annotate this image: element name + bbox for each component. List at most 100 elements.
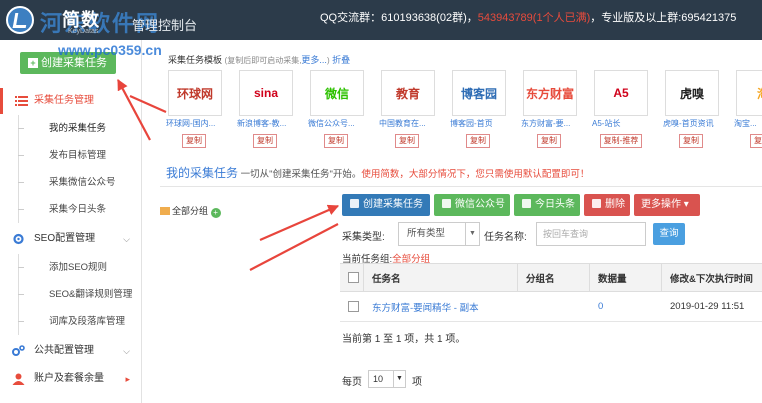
template-name[interactable]: 虎嗅-首页资讯 [663,118,729,129]
template-name[interactable]: 东方财富-要... [521,118,587,129]
toolbar-toutiao-button[interactable]: 今日头条 [514,194,580,216]
col-task-name[interactable]: 任务名 [364,264,518,291]
task-name-input[interactable]: 按回车查询 [536,222,646,246]
template-copy-button[interactable]: 复制 [324,134,348,148]
template-name[interactable]: A5-站长 [592,118,658,129]
nav-group-seo[interactable]: SEO配置管理 ⌵ [0,226,142,252]
col-group-name[interactable]: 分组名 [518,264,590,291]
add-group-icon[interactable]: + [210,208,221,218]
sidebar-item-toutiao[interactable]: 采集今日头条 [18,196,160,223]
query-button[interactable]: 查询 [653,223,685,245]
template-name[interactable]: 博客园-首页 [450,118,516,129]
template-logo[interactable]: 环球网 [168,70,222,116]
template-copy-button[interactable]: 复制 [750,134,762,148]
sidebar-item-seo-rules[interactable]: SEO&翻译规则管理 [18,281,160,308]
toolbar-more-label: 更多操作 ▾ [641,199,689,210]
template-logo[interactable]: 博客园 [452,70,506,116]
plus-icon [522,199,531,208]
create-task-label: 创建采集任务 [41,57,107,69]
template-copy-button[interactable]: 复制-推荐 [600,134,642,148]
qq-group-info: QQ交流群：610193638(02群)，543943789(1个人已满)，专业… [320,9,736,25]
template-copy-button[interactable]: 复制 [395,134,419,148]
template-card[interactable]: 微信 微信公众号... 复制 [308,68,364,154]
template-copy-button[interactable]: 复制 [679,134,703,148]
row-checkbox[interactable] [348,301,359,312]
template-card[interactable]: 环球网 环球网-国内... 复制 [166,68,222,154]
template-card[interactable]: sina 新浪博客-教... 复制 [237,68,293,154]
per-page-unit: 项 [412,377,422,388]
nav-group-task-management[interactable]: 采集任务管理 [0,88,142,114]
select-all-cell [340,264,364,291]
nav-group-label: 账户及套餐余量 [34,373,104,384]
template-logo[interactable]: 东方财富 [523,70,577,116]
template-name[interactable]: 淘宝... [734,118,762,129]
console-title: 管理控制台 [132,18,198,33]
toolbar-more-button[interactable]: 更多操作 ▾ [634,194,700,216]
toolbar-delete-label: 删除 [605,199,625,210]
select-all-checkbox[interactable] [348,272,359,283]
template-card[interactable]: A5 A5-站长 复制-推荐 [592,68,648,154]
template-copy-button[interactable]: 复制 [182,134,206,148]
per-page-select[interactable]: 10 ▼ [368,370,406,388]
sidebar-item-add-seo[interactable]: 添加SEO规则 [18,254,160,281]
template-copy-button[interactable]: 复制 [466,134,490,148]
section-note: 使用简数，大部分情况下，您只需使用默认配置即可！ [361,169,590,180]
template-strip: 环球网 环球网-国内... 复制 sina 新浪博客-教... 复制 微信 微信公众号... 复… [166,68,762,154]
qq-group-pro: ，专业版及以上群:695421375 [590,12,737,24]
group-tree-all[interactable]: 全部分组 + [160,204,221,218]
template-name[interactable]: 新浪博客-教... [237,118,303,129]
section-desc: 一切从"创建采集任务"开始。 [238,169,362,180]
template-name[interactable]: 环球网-国内... [166,118,232,129]
sidebar-item-wechat[interactable]: 采集微信公众号 [18,169,160,196]
divider [160,186,762,187]
toolbar-create-task-button[interactable]: 创建采集任务 [342,194,430,216]
sidebar: + 创建采集任务 采集任务管理 我的采集任务 发布目标管理 采集微信公众号 采集今… [0,40,142,403]
task-count-link[interactable]: 0 [590,292,662,321]
sidebar-item-lexicon[interactable]: 词库及段落库管理 [18,308,160,335]
template-logo[interactable]: 教育 [381,70,435,116]
template-logo[interactable]: 微信 [310,70,364,116]
template-card[interactable]: 淘淘宝... 复制 [734,68,762,154]
template-logo[interactable]: A5 [594,70,648,116]
type-select[interactable]: 所有类型 ▼ [398,222,480,246]
template-logo[interactable]: 淘 [736,70,762,116]
task-group-cell [518,292,590,321]
template-collapse-link[interactable]: 折叠 [332,55,350,65]
template-copy-button[interactable]: 复制 [253,134,277,148]
row-select-cell [340,292,364,321]
template-name[interactable]: 微信公众号... [308,118,374,129]
type-label: 采集类型: [342,232,385,243]
chevron-down-icon: ⌵ [123,346,130,356]
nav-group-account[interactable]: 账户及套餐余量 ▸ [0,366,142,392]
template-card[interactable]: 虎嗅 虎嗅-首页资讯 复制 [663,68,719,154]
section-title: 我的采集任务 一切从"创建采集任务"开始。使用简数，大部分情况下，您只需使用默认… [166,164,589,181]
sidebar-item-my-tasks[interactable]: 我的采集任务 [18,115,160,142]
template-header: 采集任务模板 (复制后即可启动采集,更多...) 折叠 [168,53,350,66]
template-more-link[interactable]: 更多... [301,55,327,65]
type-select-value: 所有类型 [407,228,446,239]
watermark-url: www.pc0359.cn [58,42,162,58]
brand-subtitle: KeyDatas [68,28,99,35]
cogs-icon [12,345,25,356]
toolbar-wechat-button[interactable]: 微信公众号 [434,194,510,216]
col-count[interactable]: 数据量 [590,264,662,291]
template-card[interactable]: 东方财富 东方财富-要... 复制 [521,68,577,154]
toolbar-delete-button[interactable]: 删除 [584,194,630,216]
task-name-link[interactable]: 东方财富-要闻精华 - 副本 [364,292,518,321]
col-time[interactable]: 修改&下次执行时间 [662,264,762,291]
template-name[interactable]: 中国教育在... [379,118,445,129]
section-title-text: 我的采集任务 [166,166,239,180]
template-copy-button[interactable]: 复制 [537,134,561,148]
chevron-down-icon: ⌵ [123,234,130,244]
qq-group-full: 543943789(1个人已满) [477,12,591,24]
template-card[interactable]: 教育 中国教育在... 复制 [379,68,435,154]
template-logo[interactable]: sina [239,70,293,116]
group-all-label: 全部分组 [172,206,209,216]
sidebar-item-publish-targets[interactable]: 发布目标管理 [18,142,160,169]
top-header: 河东软件网 简数 KeyDatas 管理控制台 QQ交流群：610193638(… [0,0,762,40]
template-card[interactable]: 博客园 博客园-首页 复制 [450,68,506,154]
template-logo[interactable]: 虎嗅 [665,70,719,116]
gear-icon [13,233,24,245]
nav-group-public-config[interactable]: 公共配置管理 ⌵ [0,338,142,364]
plus-icon [350,199,359,208]
